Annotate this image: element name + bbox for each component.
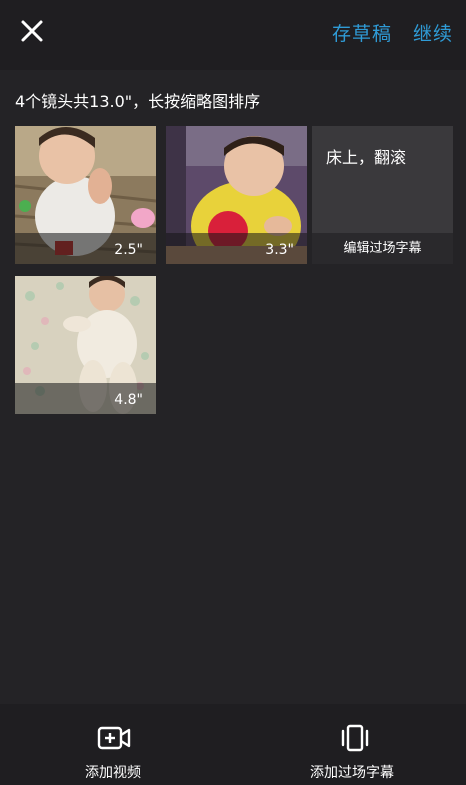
video-plus-icon <box>97 726 131 750</box>
title-card[interactable]: 床上，翻滚 编辑过场字幕 <box>312 126 453 264</box>
edit-title-button[interactable]: 编辑过场字幕 <box>312 233 453 264</box>
add-video-label: 添加视频 <box>85 765 141 781</box>
bottom-bar: 添加视频 添加过场字幕 <box>0 704 466 785</box>
clip-duration-1: 2.5" <box>114 242 143 258</box>
add-video-button[interactable]: 添加视频 <box>70 704 160 785</box>
title-card-text: 床上，翻滚 <box>326 148 407 167</box>
phone-frame-icon <box>341 724 369 752</box>
clip-thumbnail-2[interactable]: 3.3" <box>166 126 307 264</box>
clip-duration-3: 4.8" <box>114 392 143 408</box>
add-title-label: 添加过场字幕 <box>310 765 394 781</box>
save-draft-button[interactable]: 存草稿 <box>332 19 392 46</box>
top-bar: 存草稿 继续 <box>0 0 466 70</box>
clip-summary-text: 4个镜头共13.0"，长按缩略图排序 <box>15 92 261 111</box>
clip-thumbnail-1[interactable]: 2.5" <box>15 126 156 264</box>
clip-thumbnail-3[interactable]: 4.8" <box>15 276 156 414</box>
clip-duration-2: 3.3" <box>265 242 294 258</box>
close-icon <box>21 20 43 42</box>
close-button[interactable] <box>17 16 47 46</box>
add-title-button[interactable]: 添加过场字幕 <box>300 704 410 785</box>
continue-button[interactable]: 继续 <box>413 19 453 46</box>
